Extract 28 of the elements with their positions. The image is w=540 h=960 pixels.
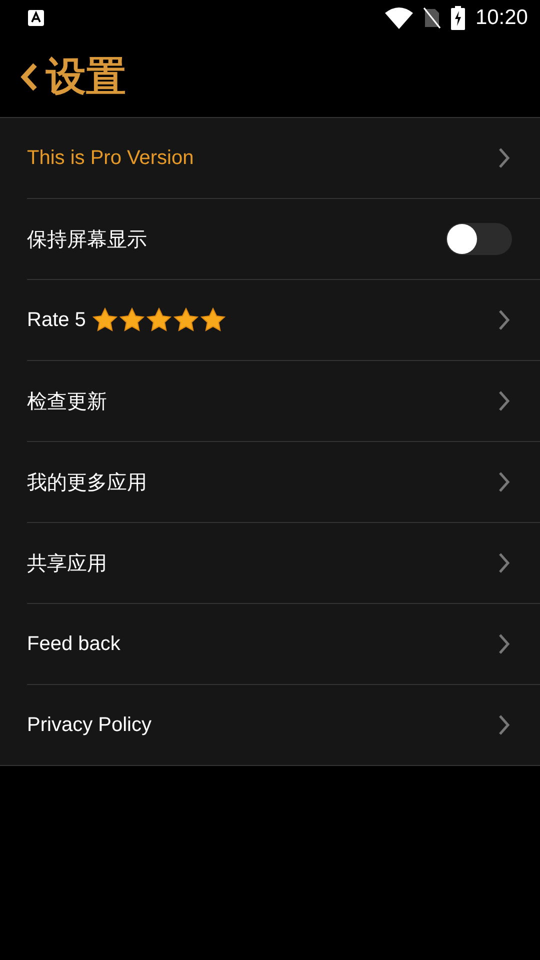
clock: 10:20 (475, 6, 528, 30)
star-icon (92, 307, 118, 333)
back-icon (20, 62, 38, 92)
wifi-icon (385, 7, 414, 29)
back-button[interactable]: 设置 (20, 49, 126, 104)
row-label: Rate 5 (27, 308, 86, 332)
row-label: 检查更新 (27, 390, 107, 414)
row-label: Feed back (27, 632, 120, 656)
toggle-switch[interactable] (446, 223, 512, 255)
chevron-icon (498, 714, 510, 736)
chevron-icon (498, 552, 510, 574)
star-icon (200, 307, 226, 333)
chevron-icon (498, 147, 510, 169)
no-sim-icon (423, 7, 442, 29)
battery-icon (451, 6, 466, 30)
chevron-icon (498, 633, 510, 655)
chevron-icon (498, 471, 510, 493)
chevron-icon (498, 390, 510, 412)
row-label: Privacy Policy (27, 714, 152, 736)
chevron-icon (498, 309, 510, 331)
notification-icon (28, 10, 44, 26)
row-label: 共享应用 (27, 552, 107, 576)
row-label: 我的更多应用 (27, 470, 147, 496)
row-label: This is Pro Version (27, 146, 194, 170)
star-icon (146, 307, 172, 333)
star-icon (118, 307, 145, 333)
star-icon (172, 307, 199, 333)
row-label: 保持屏幕显示 (27, 228, 147, 252)
